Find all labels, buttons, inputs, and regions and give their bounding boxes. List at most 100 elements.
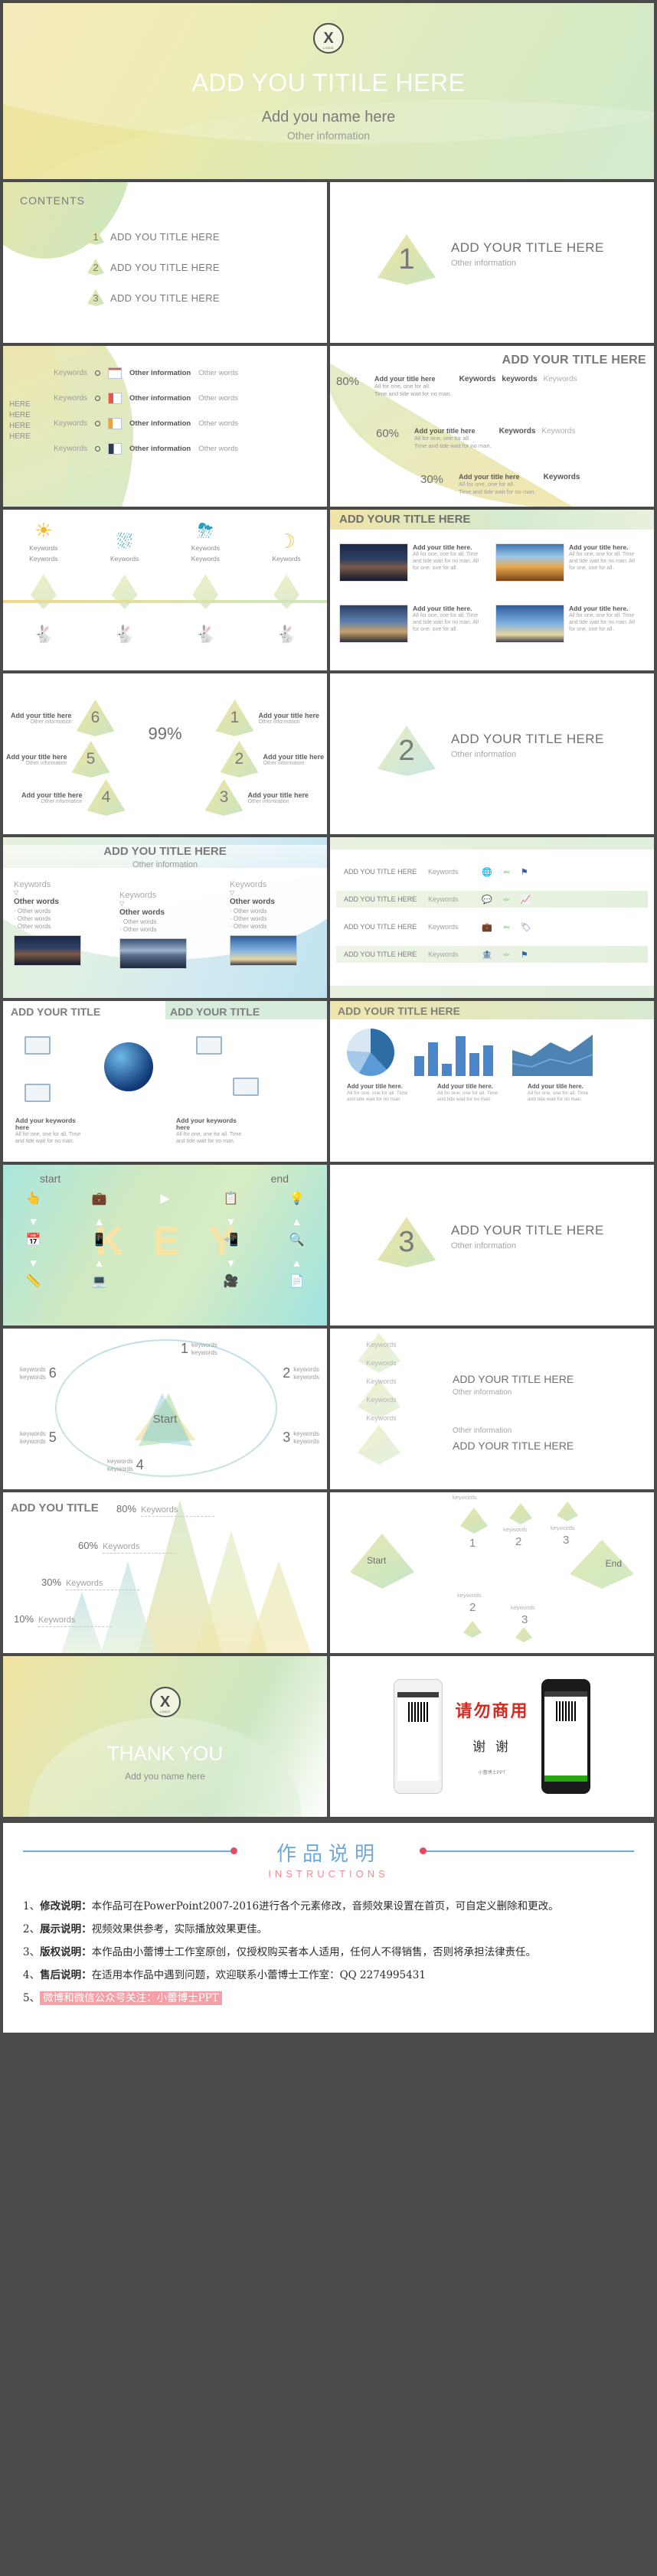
slide-key[interactable]: start end K E Y 👆 💼 ▶ 📋 💡 ▼ ▲ ▼ ▲ 📅 📱 📲 … xyxy=(3,1165,327,1325)
stack-subtitle-2: Other information xyxy=(453,1427,512,1435)
node-number: 1 xyxy=(469,1537,476,1550)
slide-weather[interactable]: ☀ Keywords Keywords ⛆ Keywords ⛈ Keyword… xyxy=(3,510,327,670)
play-icon: ▶ xyxy=(160,1192,170,1205)
blue-column[interactable]: Keywords ▽ Other words Other words Other… xyxy=(230,880,319,966)
keyword-row[interactable]: Keywords Other information Other words xyxy=(43,393,321,404)
mountain-row[interactable]: 60% Keywords xyxy=(78,1540,177,1554)
keyword-label: Keywords xyxy=(38,1616,113,1627)
slide-thank-you[interactable]: X LOGO THANK YOU Add you name here xyxy=(3,1656,327,1817)
percent-value: 30% xyxy=(420,473,444,486)
slide-section-2[interactable]: 2 ADD YOUR TITLE HERE Other information xyxy=(330,673,654,834)
row-title: ADD YOU TITLE HERE xyxy=(344,868,417,876)
slide-flow[interactable]: Start End keywords 1 keywords 2 keywords… xyxy=(330,1492,654,1653)
contents-item[interactable]: 2 ADD YOU TITLE HERE xyxy=(87,259,220,276)
row-keyword: Keywords xyxy=(428,923,459,931)
slide-charts[interactable]: ADD YOUR TITLE HERE Add your title here.… xyxy=(330,1001,654,1162)
percent-row[interactable]: 60% Add your title here All for one, one… xyxy=(376,427,575,450)
circle-node[interactable]: 1 keywords keywords xyxy=(181,1341,217,1357)
contents-item[interactable]: 3 ADD YOU TITLE HERE xyxy=(87,289,220,306)
table-row[interactable]: ADD YOU TITLE HERE Keywords 💼 ⬅ 🏷 xyxy=(336,918,648,935)
area-chart-svg xyxy=(512,1035,593,1076)
keyword-row[interactable]: Keywords Other information Other words xyxy=(43,418,321,429)
stack-title: ADD YOUR TITLE HERE xyxy=(453,1373,574,1385)
logo-subtext: LOGO xyxy=(323,46,334,50)
image-cell[interactable]: Add your title here. All for one, one fo… xyxy=(495,543,642,582)
list-item: Other words xyxy=(14,908,103,915)
slide-mountain-chart[interactable]: ADD YOU TITLE 80% Keywords 60% Keywords … xyxy=(3,1492,327,1653)
image-caption: Add your title here. All for one, one fo… xyxy=(413,605,486,643)
rain-cloud-icon: ⛆ xyxy=(116,530,133,553)
hex-node[interactable]: 1 Add your title here Other information xyxy=(215,699,319,736)
slide-diagram[interactable]: ADD YOUR TITLE ADD YOUR TITLE Add your k… xyxy=(3,1001,327,1162)
mountain-row[interactable]: 10% Keywords xyxy=(14,1613,113,1627)
footer-text: 小蕾博士PPT xyxy=(478,1771,506,1775)
info-bold-text: Other information xyxy=(129,419,191,428)
number-badge-icon: 1 xyxy=(87,228,104,245)
circle-node[interactable]: keywords keywords 6 xyxy=(20,1365,57,1381)
percent-line-1: All for one, one for all. xyxy=(374,383,430,390)
slide-title[interactable]: X LOGO ADD YOU TITILE HERE Add you name … xyxy=(3,3,654,179)
table-row[interactable]: ADD YOU TITLE HERE Keywords 🏦 ⬅ ⚑ xyxy=(336,946,648,963)
slide-list-rows[interactable]: ADD YOU TITLE HERE Keywords 🌐 ⬅ ⚑ ADD YO… xyxy=(330,837,654,998)
keyword-label: keywords xyxy=(107,1465,133,1472)
slide-percent[interactable]: ADD YOUR TITLE HERE 80% Add your title h… xyxy=(330,346,654,507)
instruction-item: 4、售后说明：在适用本作品中遇到问题，欢迎联系小蕾博士工作室：QQ 227499… xyxy=(23,1964,634,1987)
slide-circle-flow[interactable]: Start 1 keywords keywords 2 keywords key… xyxy=(3,1329,327,1489)
node-number: 4 xyxy=(136,1457,144,1472)
qr-code-icon xyxy=(408,1702,429,1722)
slide-phones[interactable]: 请勿商用 谢 谢 小蕾博士PPT xyxy=(330,1656,654,1817)
mountain-shape xyxy=(247,1561,311,1653)
image-cell[interactable]: Add your title here. All for one, one fo… xyxy=(339,543,486,582)
hex-node[interactable]: 3 Add your title here Other information xyxy=(204,779,309,816)
percent-row[interactable]: 80% Add your title here All for one, one… xyxy=(336,375,577,398)
image-cell[interactable]: Add your title here. All for one, one fo… xyxy=(495,605,642,643)
blue-column[interactable]: Keywords ▽ Other words Other words Other… xyxy=(14,880,103,966)
image-cell[interactable]: Add your title here. All for one, one fo… xyxy=(339,605,486,643)
slide-keywords-info[interactable]: HERE HERE HERE HERE Keywords Other infor… xyxy=(3,346,327,507)
slide-section-1[interactable]: 1 ADD YOUR TITLE HERE Other information xyxy=(330,182,654,343)
blue-column[interactable]: Keywords ▽ Other words Other words Other… xyxy=(119,891,208,969)
node-number: 3 xyxy=(563,1534,570,1547)
keyword-row[interactable]: Keywords Other information Other words xyxy=(43,367,321,379)
weather-column[interactable]: ⛈ Keywords Keywords xyxy=(165,519,247,563)
hex-node[interactable]: Add your title here Other information 6 xyxy=(11,699,115,736)
keyword-row[interactable]: Keywords Other information Other words xyxy=(43,443,321,455)
circle-node[interactable]: keywords keywords 5 xyxy=(20,1430,57,1446)
circle-node[interactable]: 2 keywords keywords xyxy=(283,1365,319,1381)
info-light-text: Other words xyxy=(198,369,238,377)
slide-hex-99[interactable]: Add your title here Other information 6 … xyxy=(3,673,327,834)
logo-icon: X LOGO xyxy=(313,23,344,54)
deck-row-5: Add your title here Other information 6 … xyxy=(0,673,657,837)
mountain-row[interactable]: 80% Keywords xyxy=(116,1503,215,1517)
table-row[interactable]: ADD YOU TITLE HERE Keywords 💬 ⬅ 📈 xyxy=(336,891,648,908)
list-item: Other words xyxy=(14,923,103,931)
percent-row[interactable]: 30% Add your title here All for one, one… xyxy=(420,473,580,496)
hex-node[interactable]: Add your title here Other information 5 xyxy=(6,741,110,778)
decorative-top-band xyxy=(330,837,654,849)
item-text: 本作品由小蕾博士工作室原创，仅授权购买者本人适用，任何人不得销售，否则将承担法律… xyxy=(91,1946,537,1958)
slide-keyword-stack[interactable]: Keywords Keywords Keywords Keywords Keyw… xyxy=(330,1329,654,1489)
briefcase-icon: 💼 xyxy=(91,1192,107,1205)
hex-node[interactable]: 2 Add your title here Other information xyxy=(220,741,324,778)
phone-icon: 📱 xyxy=(91,1234,107,1247)
blue-sky-photo xyxy=(230,935,297,966)
globe-icon: 🌐 xyxy=(482,867,492,877)
hex-node[interactable]: Add your title here Other information 4 xyxy=(21,779,126,816)
slide-section-3[interactable]: 3 ADD YOUR TITLE HERE Other information xyxy=(330,1165,654,1325)
item-number: 4、 xyxy=(23,1969,41,1981)
circle-node[interactable]: keywords keywords 4 xyxy=(107,1457,144,1473)
mountain-row[interactable]: 30% Keywords xyxy=(41,1577,140,1590)
slide-image-grid[interactable]: ADD YOUR TITLE HERE Add your title here.… xyxy=(330,510,654,670)
table-row[interactable]: ADD YOU TITLE HERE Keywords 🌐 ⬅ ⚑ xyxy=(336,863,648,880)
caption-title: Add your title here. xyxy=(569,605,629,612)
circle-node[interactable]: 3 keywords keywords xyxy=(283,1430,319,1446)
list-item: Other words xyxy=(119,926,208,934)
slide-contents[interactable]: CONTENTS 1 ADD YOU TITLE HERE 2 ADD YOU … xyxy=(3,182,327,343)
slide-blue-keywords[interactable]: ADD YOU TITLE HERE Other information Key… xyxy=(3,837,327,998)
weather-column[interactable]: ⛆ Keywords xyxy=(84,519,165,563)
arrow-left-icon: ⬅ xyxy=(502,867,510,877)
contents-item[interactable]: 1 ADD YOU TITLE HERE xyxy=(87,228,220,245)
weather-column[interactable]: ☽ Keywords xyxy=(246,519,327,563)
weather-column[interactable]: ☀ Keywords Keywords xyxy=(3,519,84,563)
image-caption: Add your title here. All for one, one fo… xyxy=(569,543,642,582)
